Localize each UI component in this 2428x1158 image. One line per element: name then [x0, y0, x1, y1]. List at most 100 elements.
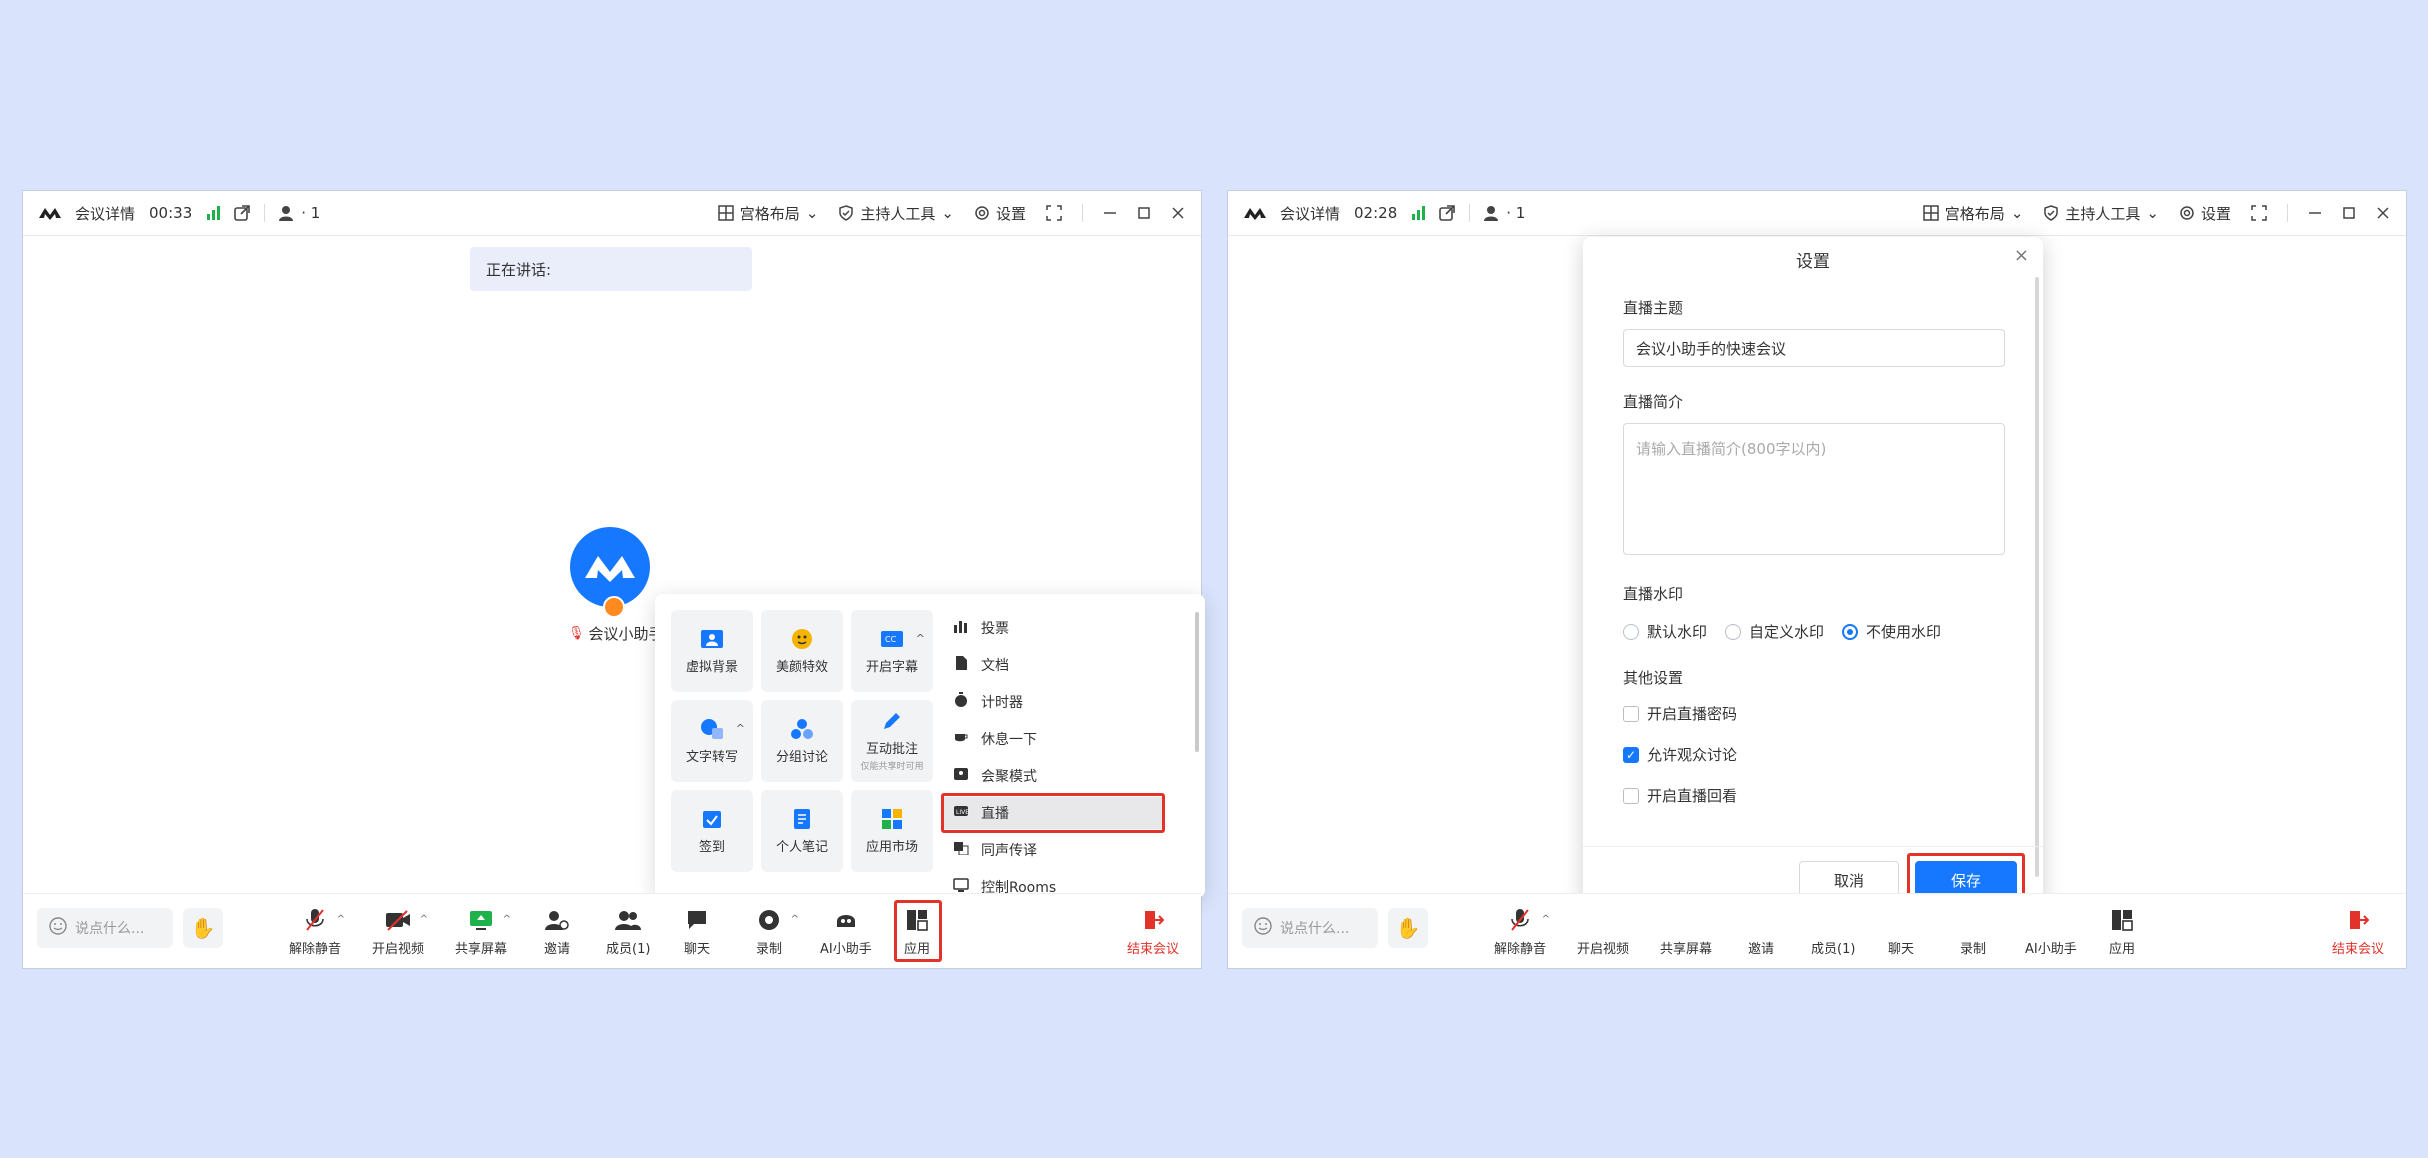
intro-textarea[interactable]: 请输入直播简介(800字以内)	[1623, 423, 2005, 555]
app-list-poll[interactable]: 投票	[943, 612, 1163, 644]
toolbar-label: 解除静音	[289, 942, 342, 957]
meeting-window-left: 会议详情 00:33 · 1 宫格布局 ⌄ 主持人工具 ⌄ 设置 正在讲话: 🎙…	[22, 190, 1205, 969]
app-logo-icon	[39, 206, 61, 220]
stopwatch-icon	[953, 692, 969, 712]
watermark-none-radio[interactable]: 不使用水印	[1842, 621, 1941, 642]
minimize-icon[interactable]	[2308, 206, 2322, 220]
end-meeting-button[interactable]: 结束会议	[2332, 908, 2384, 957]
replay-checkbox[interactable]: 开启直播回看	[1623, 785, 1737, 806]
signal-strength-icon[interactable]	[1411, 206, 1426, 220]
hand-icon: ✋	[1395, 916, 1421, 940]
invite-button[interactable]: 邀请	[1748, 938, 1774, 957]
layout-dropdown[interactable]: 宫格布局 ⌄	[718, 203, 818, 224]
app-virtual-background[interactable]: 虚拟背景	[671, 610, 753, 692]
allow-discussion-checkbox[interactable]: ✓ 允许观众讨论	[1623, 744, 1737, 765]
end-meeting-button[interactable]: 结束会议	[1127, 908, 1179, 957]
close-icon[interactable]	[1171, 206, 1185, 220]
chevron-up-icon[interactable]: ^	[791, 914, 799, 925]
raise-hand-button[interactable]: ✋	[183, 908, 223, 948]
chat-button[interactable]: 聊天	[1888, 938, 1914, 957]
host-tools-dropdown[interactable]: 主持人工具 ⌄	[838, 203, 954, 224]
toolbar-label: 录制	[1960, 942, 1987, 957]
watermark-default-radio[interactable]: 默认水印	[1623, 621, 1707, 642]
ai-assistant-button[interactable]: AI小助手	[2025, 938, 2077, 957]
raise-hand-button[interactable]: ✋	[1388, 908, 1428, 948]
close-icon[interactable]	[2376, 206, 2390, 220]
record-button[interactable]: ^ 录制	[755, 908, 799, 957]
chevron-up-icon[interactable]: ^	[736, 722, 745, 735]
start-video-button[interactable]: ^ 开启视频	[372, 908, 428, 957]
settings-button[interactable]: 设置	[974, 203, 1026, 224]
document-icon	[953, 655, 969, 675]
share-screen-button[interactable]: 共享屏幕	[1660, 938, 1712, 957]
notes-icon	[790, 808, 814, 830]
unmute-button[interactable]: ^ 解除静音	[289, 908, 345, 957]
chat-placeholder: 说点什么...	[75, 921, 145, 937]
avatar	[570, 527, 650, 607]
chevron-up-icon[interactable]: ^	[916, 632, 925, 645]
app-captions[interactable]: ^ CC 开启字幕	[851, 610, 933, 692]
meeting-details-link[interactable]: 会议详情	[1280, 203, 1340, 224]
unmute-button[interactable]: ^ 解除静音	[1494, 908, 1550, 957]
record-button[interactable]: 录制	[1960, 938, 1986, 957]
app-list-gather[interactable]: 会聚模式	[943, 760, 1163, 792]
meeting-details-link[interactable]: 会议详情	[75, 203, 135, 224]
participants-count[interactable]: · 1	[1484, 204, 1525, 222]
participant-name: 🎙 会议小助手	[568, 623, 664, 644]
app-tile-label: 分组讨论	[775, 749, 828, 765]
participants-count[interactable]: · 1	[279, 204, 320, 222]
app-checkin[interactable]: 签到	[671, 790, 753, 872]
share-link-icon[interactable]	[234, 205, 251, 221]
app-annotate[interactable]: 互动批注 仅能共享时可用	[851, 700, 933, 782]
close-icon[interactable]: ×	[2014, 245, 2029, 266]
members-button[interactable]: 成员(1)	[1811, 938, 1855, 957]
app-transcribe[interactable]: ^ 文字转写	[671, 700, 753, 782]
chat-input[interactable]: 说点什么...	[37, 908, 173, 948]
toolbar-label: 成员(1)	[606, 942, 651, 957]
minimize-icon[interactable]	[1103, 206, 1117, 220]
watermark-custom-radio[interactable]: 自定义水印	[1725, 621, 1824, 642]
app-beauty[interactable]: 美颜特效	[761, 610, 843, 692]
chevron-up-icon[interactable]: ^	[337, 914, 345, 925]
share-link-icon[interactable]	[1439, 205, 1456, 221]
share-screen-button[interactable]: ^ 共享屏幕	[455, 908, 511, 957]
host-tools-label: 主持人工具	[860, 204, 936, 223]
chevron-up-icon[interactable]: ^	[503, 914, 511, 925]
password-checkbox[interactable]: 开启直播密码	[1623, 703, 1737, 724]
app-market[interactable]: 应用市场	[851, 790, 933, 872]
members-button[interactable]: 成员(1)	[606, 908, 650, 957]
checkbox-label: 开启直播回看	[1647, 787, 1738, 805]
scrollbar[interactable]	[1195, 612, 1199, 752]
apps-button[interactable]: 应用	[2108, 908, 2136, 957]
toolbar-label: 共享屏幕	[1660, 942, 1713, 957]
checkbox-label: 开启直播密码	[1647, 705, 1738, 723]
chat-input[interactable]: 说点什么...	[1242, 908, 1378, 948]
app-list-interpretation[interactable]: 同声传译	[943, 834, 1163, 866]
ai-assistant-button[interactable]: AI小助手	[820, 908, 872, 957]
exit-icon	[2344, 908, 2372, 932]
invite-button[interactable]: 邀请	[543, 908, 571, 957]
chevron-up-icon[interactable]: ^	[420, 914, 428, 925]
app-tile-label: 签到	[698, 839, 725, 855]
maximize-icon[interactable]	[1137, 206, 1151, 220]
app-list-label: 投票	[981, 621, 1009, 637]
app-list-timer[interactable]: 计时器	[943, 686, 1163, 718]
highlight-box	[941, 793, 1165, 833]
settings-button[interactable]: 设置	[2179, 203, 2231, 224]
scrollbar[interactable]	[2035, 277, 2039, 877]
fullscreen-icon[interactable]	[1046, 205, 1062, 221]
app-list-break[interactable]: 休息一下	[943, 723, 1163, 755]
app-breakout[interactable]: 分组讨论	[761, 700, 843, 782]
layout-dropdown[interactable]: 宫格布局 ⌄	[1923, 203, 2023, 224]
divider	[2287, 204, 2288, 222]
host-tools-dropdown[interactable]: 主持人工具 ⌄	[2043, 203, 2159, 224]
maximize-icon[interactable]	[2342, 206, 2356, 220]
app-list-docs[interactable]: 文档	[943, 649, 1163, 681]
chat-button[interactable]: 聊天	[683, 908, 711, 957]
topic-input[interactable]: 会议小助手的快速会议	[1623, 329, 2005, 367]
start-video-button[interactable]: 开启视频	[1577, 938, 1629, 957]
fullscreen-icon[interactable]	[2251, 205, 2267, 221]
signal-strength-icon[interactable]	[206, 206, 221, 220]
app-notes[interactable]: 个人笔记	[761, 790, 843, 872]
chevron-up-icon[interactable]: ^	[1542, 914, 1550, 925]
